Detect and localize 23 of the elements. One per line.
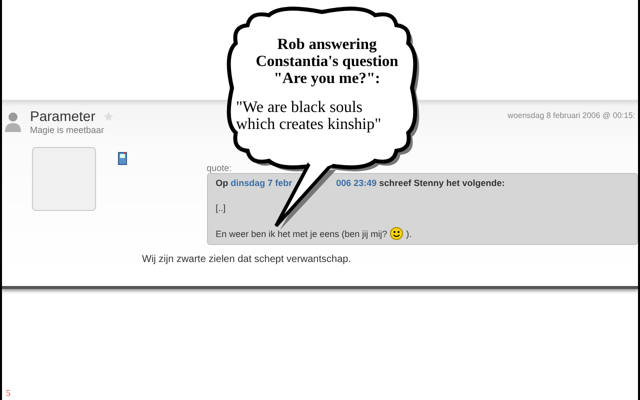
quote-header-text: schreef Stenny het volgende: — [378, 178, 505, 188]
callout-title: "Are you me?": — [272, 70, 382, 87]
star-icon[interactable] — [103, 110, 114, 122]
callout-quote: which creates kinship" — [236, 116, 382, 133]
phone-icon[interactable] — [118, 152, 127, 165]
post-date: woensdag 8 februari 2006 @ 00:15: — [508, 111, 635, 120]
callout-quote: "We are black souls — [236, 99, 364, 116]
page-number: 5 — [6, 388, 10, 398]
quote-text: ). — [406, 228, 412, 238]
quote-date-link[interactable]: dinsdag 7 febr — [230, 178, 292, 188]
user-icon — [4, 111, 22, 133]
user-subtitle: Magie is meetbaar — [30, 125, 106, 135]
quote-text: En weer ben ik het met je eens (ben jij mij? — [216, 228, 388, 238]
callout-title: Rob answering — [276, 36, 378, 53]
smiley-icon — [390, 227, 404, 240]
quote-label: quote: — [206, 163, 233, 173]
callout-title: Constantia's question — [254, 53, 400, 70]
post-body-text: Wij zijn zwarte zielen dat schept verwantschap. — [142, 254, 352, 265]
author-name[interactable]: Parameter — [30, 108, 96, 124]
quote-date-link[interactable]: 006 23:49 — [336, 178, 377, 188]
avatar-placeholder — [32, 147, 96, 211]
quote-text: [..] — [216, 202, 227, 212]
quote-header-text: Op — [216, 178, 230, 188]
